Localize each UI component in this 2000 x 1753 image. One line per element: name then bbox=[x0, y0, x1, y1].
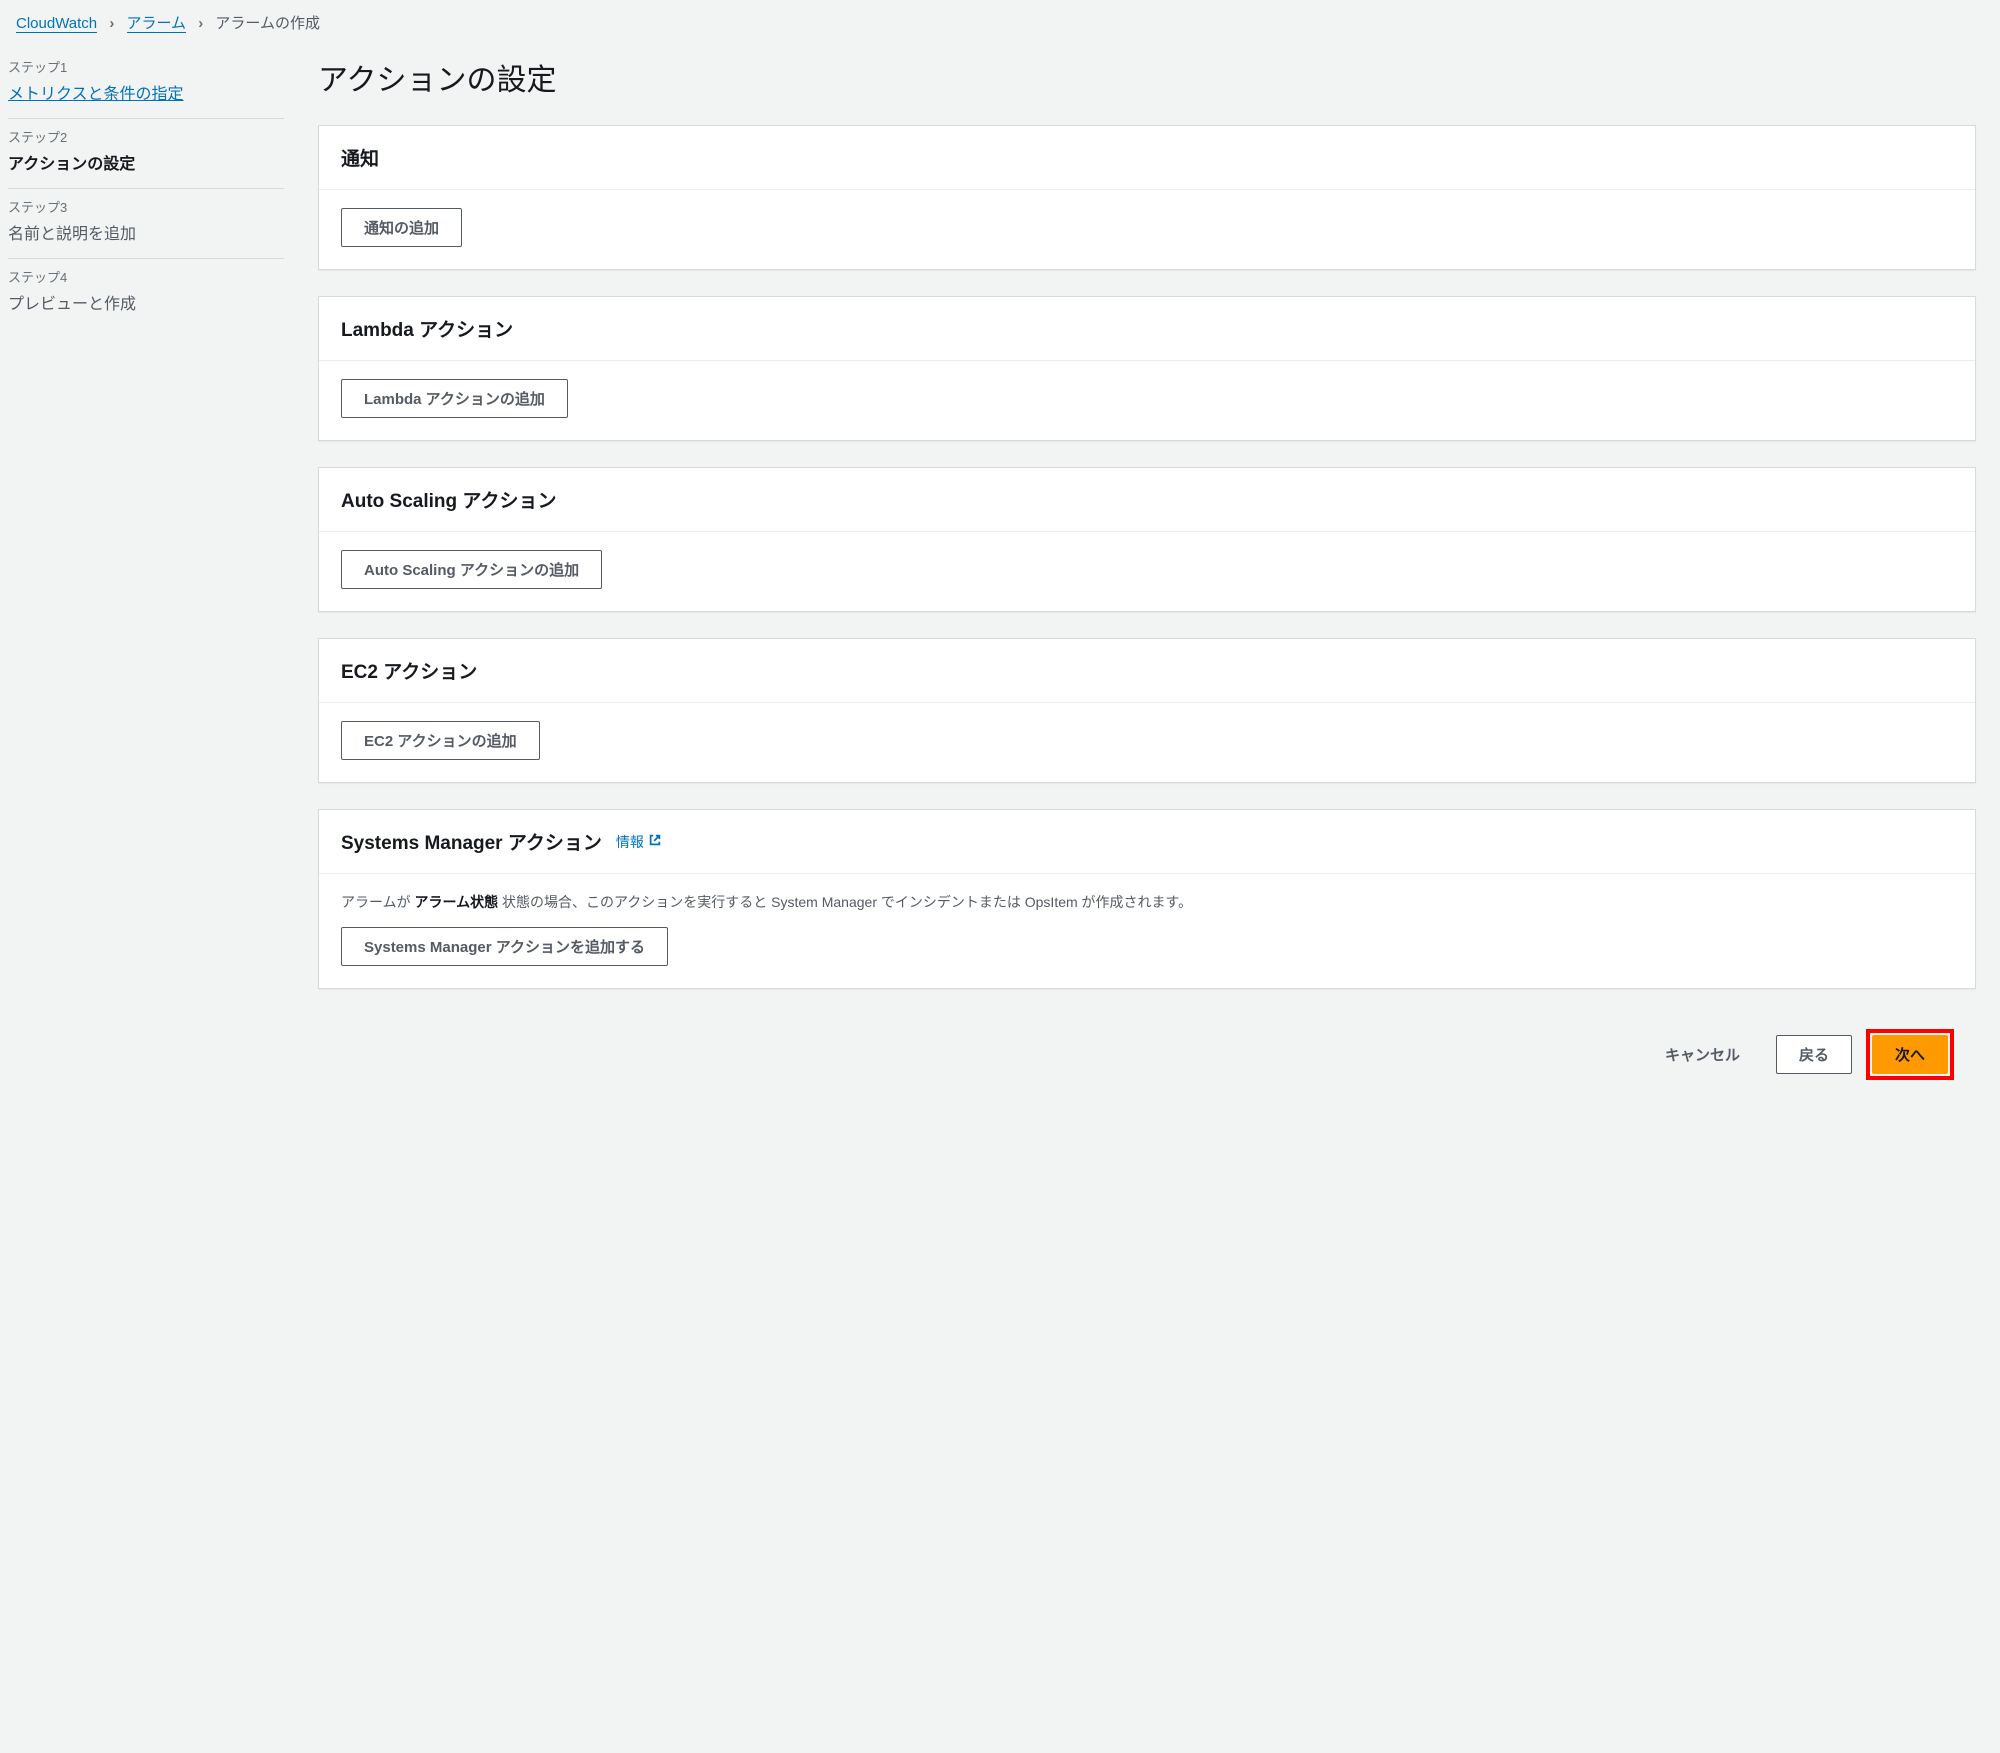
notification-section: 通知 通知の追加 bbox=[318, 125, 1976, 270]
lambda-section-title: Lambda アクション bbox=[319, 297, 1975, 361]
add-ec2-action-button[interactable]: EC2 アクションの追加 bbox=[341, 721, 540, 760]
ec2-section: EC2 アクション EC2 アクションの追加 bbox=[318, 638, 1976, 783]
wizard-step-4: ステップ4 プレビューと作成 bbox=[8, 259, 284, 328]
step-title: アクションの設定 bbox=[8, 150, 284, 174]
wizard-footer: キャンセル 戻る 次へ bbox=[318, 1015, 1976, 1098]
breadcrumb-current: アラームの作成 bbox=[215, 15, 320, 32]
breadcrumb: CloudWatch › アラーム › アラームの作成 bbox=[0, 12, 2000, 45]
add-autoscaling-action-button[interactable]: Auto Scaling アクションの追加 bbox=[341, 550, 602, 589]
wizard-step-2: ステップ2 アクションの設定 bbox=[8, 119, 284, 189]
add-notification-button[interactable]: 通知の追加 bbox=[341, 208, 462, 247]
back-button[interactable]: 戻る bbox=[1776, 1035, 1852, 1074]
autoscaling-section: Auto Scaling アクション Auto Scaling アクションの追加 bbox=[318, 467, 1976, 612]
step-label: ステップ4 bbox=[8, 267, 284, 286]
notification-section-title: 通知 bbox=[319, 126, 1975, 190]
next-button-highlight: 次へ bbox=[1866, 1029, 1954, 1080]
next-button[interactable]: 次へ bbox=[1872, 1035, 1948, 1074]
breadcrumb-cloudwatch[interactable]: CloudWatch bbox=[16, 15, 97, 33]
info-link-label: 情報 bbox=[616, 832, 644, 852]
chevron-right-icon: › bbox=[109, 15, 114, 32]
systems-manager-section-title: Systems Manager アクション bbox=[341, 828, 602, 855]
wizard-step-3: ステップ3 名前と説明を追加 bbox=[8, 189, 284, 259]
step-label: ステップ1 bbox=[8, 57, 284, 76]
lambda-section: Lambda アクション Lambda アクションの追加 bbox=[318, 296, 1976, 441]
add-systems-manager-action-button[interactable]: Systems Manager アクションを追加する bbox=[341, 927, 668, 966]
ec2-section-title: EC2 アクション bbox=[319, 639, 1975, 703]
step-label: ステップ2 bbox=[8, 127, 284, 146]
wizard-steps-sidebar: ステップ1 メトリクスと条件の指定 ステップ2 アクションの設定 ステップ3 名… bbox=[0, 45, 300, 1753]
autoscaling-section-title: Auto Scaling アクション bbox=[319, 468, 1975, 532]
step-title[interactable]: メトリクスと条件の指定 bbox=[8, 80, 284, 104]
step-label: ステップ3 bbox=[8, 197, 284, 216]
wizard-step-1[interactable]: ステップ1 メトリクスと条件の指定 bbox=[8, 49, 284, 119]
step-title: プレビューと作成 bbox=[8, 290, 284, 314]
cancel-button[interactable]: キャンセル bbox=[1643, 1036, 1762, 1073]
add-lambda-action-button[interactable]: Lambda アクションの追加 bbox=[341, 379, 568, 418]
main-content: アクションの設定 通知 通知の追加 Lambda アクション Lambda アク… bbox=[300, 45, 2000, 1753]
external-link-icon bbox=[648, 833, 662, 850]
systems-manager-info-link[interactable]: 情報 bbox=[616, 832, 662, 852]
breadcrumb-alarms[interactable]: アラーム bbox=[127, 15, 187, 33]
page-title: アクションの設定 bbox=[318, 49, 1976, 99]
systems-manager-section: Systems Manager アクション 情報 bbox=[318, 809, 1976, 989]
chevron-right-icon: › bbox=[198, 15, 203, 32]
step-title: 名前と説明を追加 bbox=[8, 220, 284, 244]
systems-manager-description: アラームが アラーム状態 状態の場合、このアクションを実行すると System … bbox=[341, 892, 1953, 913]
